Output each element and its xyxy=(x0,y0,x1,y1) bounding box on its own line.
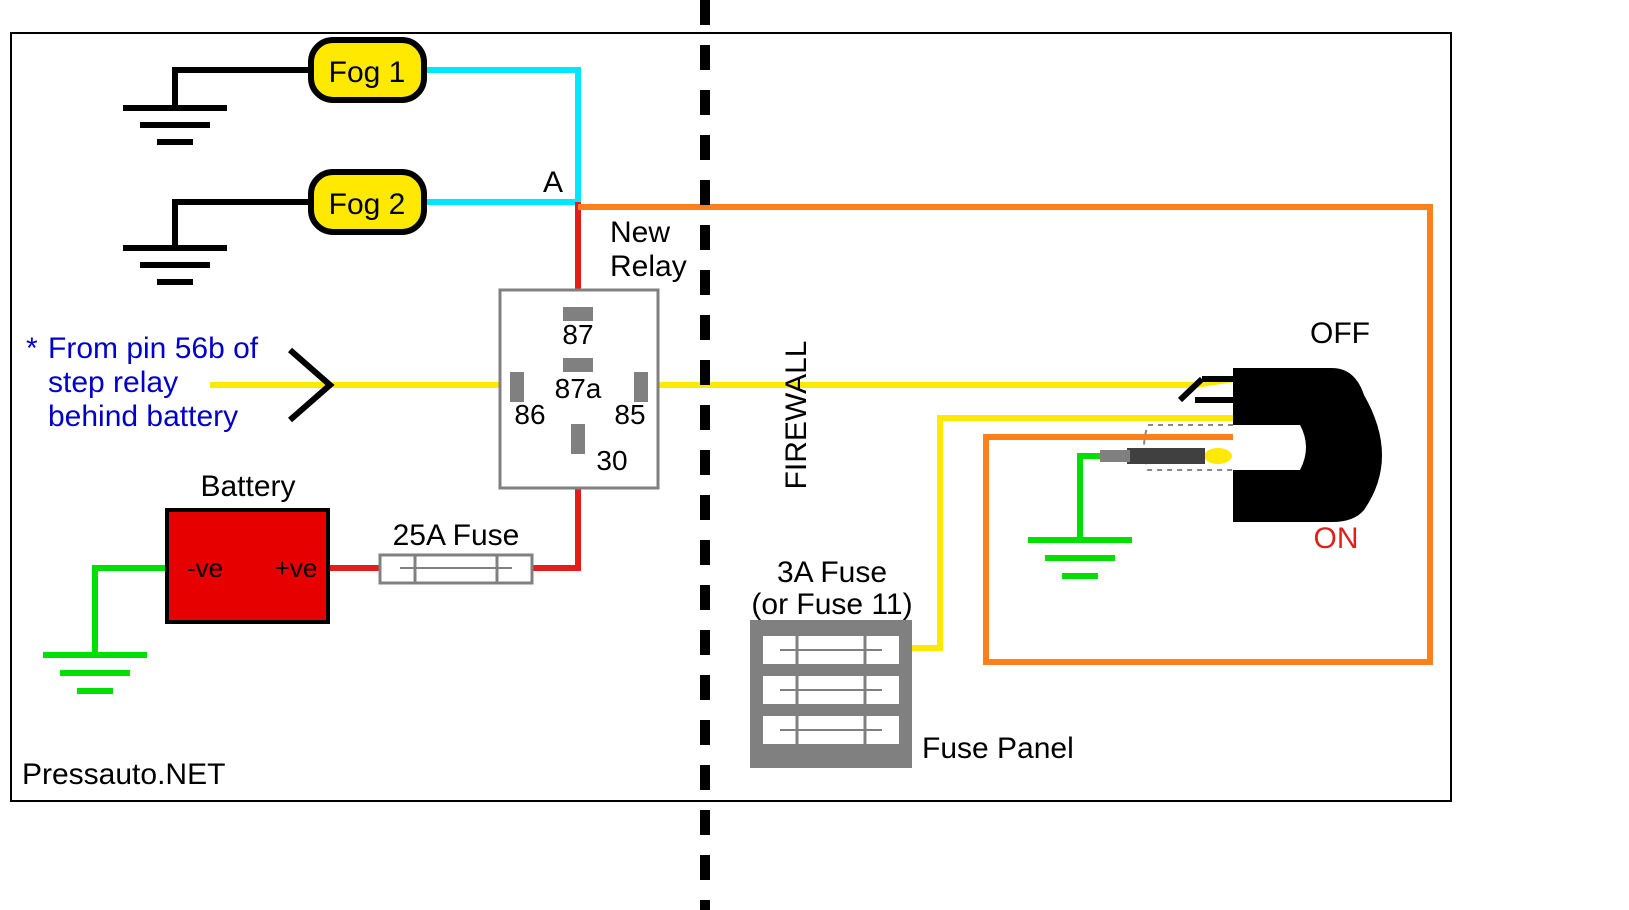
battery-title: Battery xyxy=(200,470,295,503)
switch-off: OFF xyxy=(1310,317,1370,350)
battery-ground-symbol xyxy=(43,655,147,691)
battery-pos: +ve xyxy=(275,553,318,583)
switch-on: ON xyxy=(1314,522,1359,555)
relay-pin-30: 30 xyxy=(596,445,627,476)
relay-pin-85: 85 xyxy=(614,399,645,430)
fuse3-label-l1: 3A Fuse xyxy=(777,556,887,589)
relay-pin-87a: 87a xyxy=(555,373,602,404)
fuse25-label: 25A Fuse xyxy=(393,519,520,552)
relay-title-l1: New xyxy=(610,216,670,249)
fog1-ground-symbol xyxy=(123,108,227,142)
yellow-86-85-wire xyxy=(210,379,1234,385)
footer-credit: Pressauto.NET xyxy=(22,758,225,791)
wiring-svg: Fog 1 Fog 2 A 87 87a 86 85 30 New Relay … xyxy=(0,0,1629,910)
battery: Battery -ve +ve xyxy=(167,470,328,622)
fuse3-label-l2: (or Fuse 11) xyxy=(751,588,912,621)
fog1-label: Fog 1 xyxy=(329,56,406,89)
note-l3: behind battery xyxy=(48,400,238,433)
fog2-ground-wire xyxy=(175,202,311,248)
fuse-panel-label: Fuse Panel xyxy=(922,732,1074,765)
battery-ground-wire xyxy=(95,568,167,655)
junction-a-label: A xyxy=(543,166,563,199)
note-l1: From pin 56b of xyxy=(48,332,259,365)
relay: 87 87a 86 85 30 xyxy=(500,290,658,488)
fog2-light: Fog 2 xyxy=(311,172,424,232)
fog2-ground-symbol xyxy=(123,248,227,282)
battery-neg: -ve xyxy=(187,553,223,583)
fog1-ground-wire xyxy=(175,70,311,108)
note-l2: step relay xyxy=(48,366,178,399)
note-asterisk: * xyxy=(26,332,38,365)
switch-ground-wire xyxy=(1080,456,1108,540)
fuse-25a: 25A Fuse xyxy=(380,519,532,583)
relay-pin-86: 86 xyxy=(514,399,545,430)
firewall-label: FIREWALL xyxy=(780,341,813,490)
fog2-label: Fog 2 xyxy=(329,188,406,221)
relay-title-l2: Relay xyxy=(610,250,687,283)
switch-ground-symbol xyxy=(1028,540,1132,576)
fog1-light: Fog 1 xyxy=(311,40,424,100)
relay-pin-87: 87 xyxy=(562,319,593,350)
